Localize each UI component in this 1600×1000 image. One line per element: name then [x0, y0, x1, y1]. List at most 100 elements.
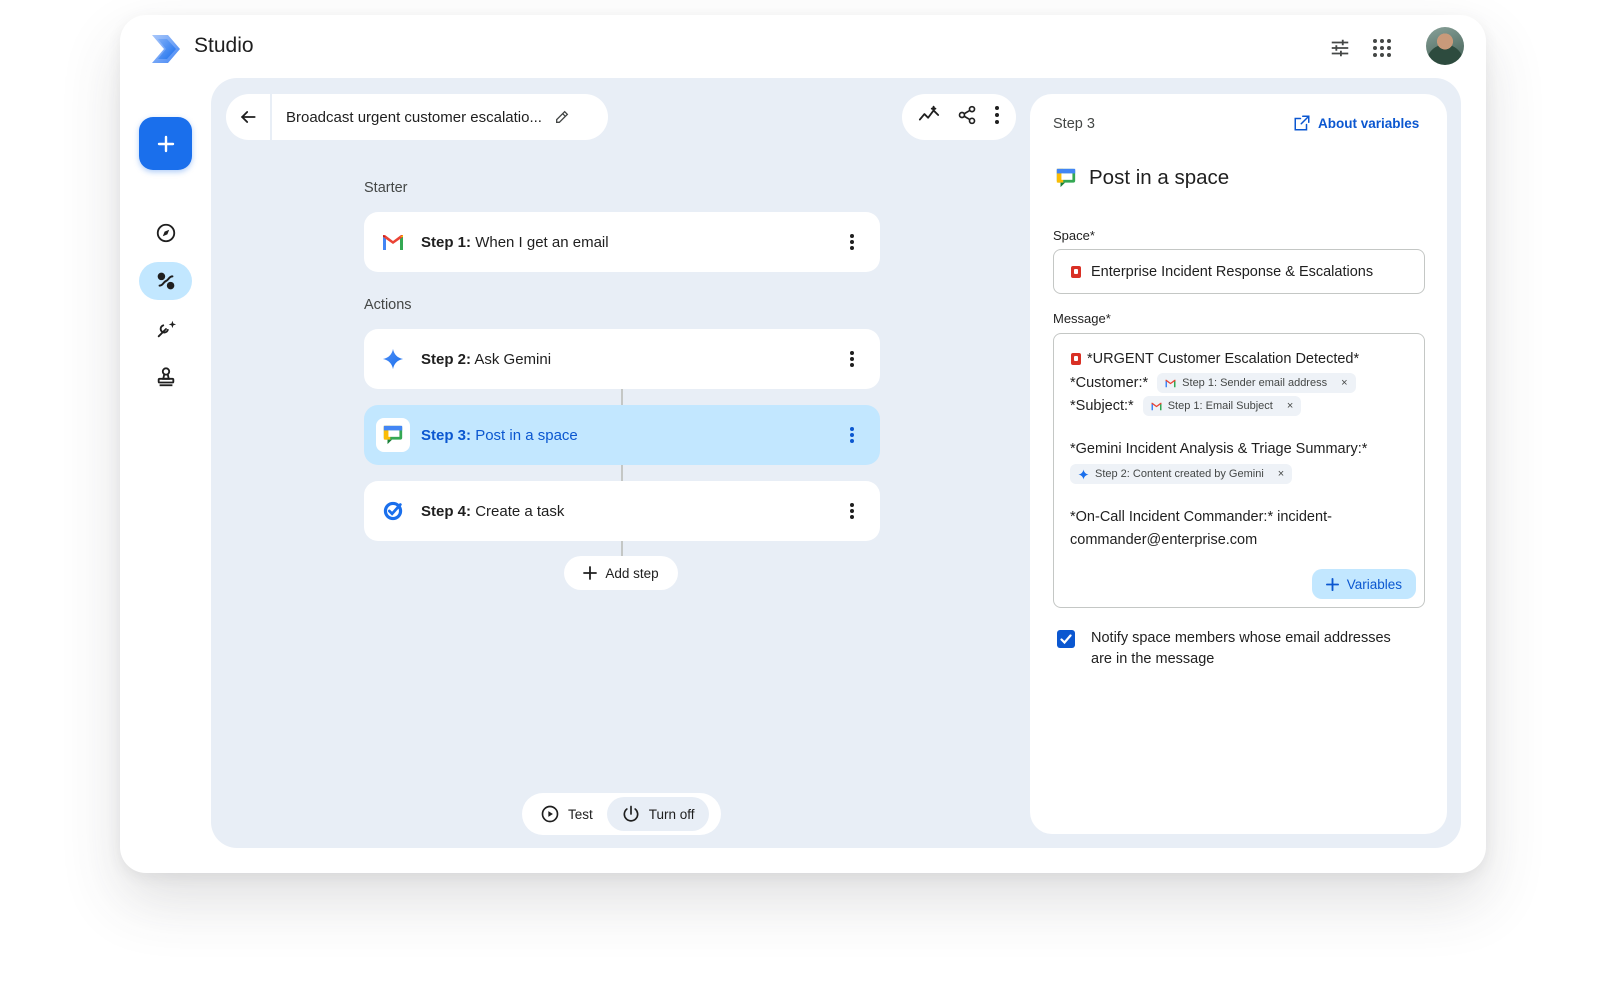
actions-label: Actions — [364, 297, 412, 313]
variable-chip[interactable]: Step 1: Email Subject × — [1142, 396, 1302, 416]
siren-icon — [1071, 353, 1081, 365]
panel-title: Post in a space — [1089, 166, 1230, 189]
studio-logo — [148, 31, 184, 67]
step-card-3[interactable]: Step 3: Post in a space — [364, 405, 880, 465]
message-line: *Customer:* Step 1: Sender email address… — [1070, 373, 1356, 393]
avatar[interactable] — [1426, 27, 1464, 65]
chip-remove-icon[interactable]: × — [1341, 377, 1347, 389]
chip-remove-icon[interactable]: × — [1287, 400, 1293, 412]
test-label: Test — [568, 806, 593, 822]
step-number: Step 2: — [421, 350, 472, 368]
run-controls: Test Turn off — [522, 793, 721, 835]
message-text: *URGENT Customer Escalation Detected* — [1087, 351, 1360, 367]
rail-stamp[interactable] — [139, 358, 192, 396]
space-select[interactable]: Enterprise Incident Response & Escalatio… — [1053, 249, 1425, 294]
chip-label: Step 2: Content created by Gemini — [1095, 468, 1264, 480]
gmail-icon — [376, 225, 410, 259]
space-label: Space* — [1053, 228, 1095, 243]
step-title: Ask Gemini — [474, 350, 552, 368]
step-menu-icon[interactable] — [840, 499, 864, 523]
siren-icon — [1071, 265, 1081, 278]
chip-label: Step 1: Email Subject — [1167, 400, 1273, 412]
open-in-new-icon — [1294, 115, 1310, 131]
plus-icon — [1325, 577, 1339, 591]
add-step-button[interactable]: Add step — [564, 556, 678, 590]
message-text: *On-Call Incident Commander:* incident- — [1070, 509, 1332, 525]
step-menu-icon[interactable] — [840, 230, 864, 254]
variable-chip[interactable]: Step 1: Sender email address × — [1157, 373, 1356, 393]
chip-label: Step 1: Sender email address — [1182, 377, 1328, 389]
play-circle-icon — [541, 805, 559, 823]
message-line: *Subject:* Step 1: Email Subject × — [1070, 396, 1302, 416]
step-connector — [621, 541, 623, 556]
panel-step-label: Step 3 — [1053, 116, 1095, 132]
variables-label: Variables — [1346, 576, 1402, 592]
step-title: When I get an email — [475, 233, 609, 251]
back-button[interactable] — [226, 94, 272, 140]
apps-grid-icon[interactable] — [1368, 34, 1396, 62]
share-icon[interactable] — [957, 105, 977, 130]
step-card-2[interactable]: Step 2: Ask Gemini — [364, 329, 880, 389]
chip-remove-icon[interactable]: × — [1278, 468, 1284, 480]
variables-button[interactable]: Variables — [1311, 569, 1416, 599]
test-button[interactable]: Test — [526, 797, 607, 831]
message-text: *Subject:* — [1070, 398, 1134, 414]
turn-off-button[interactable]: Turn off — [606, 797, 709, 831]
message-label: Message* — [1053, 311, 1111, 326]
step-card-1[interactable]: Step 1: When I get an email — [364, 212, 880, 272]
check-icon — [1060, 634, 1072, 645]
flow-toolbar — [902, 94, 1016, 140]
rail-flows[interactable] — [139, 262, 192, 300]
step-number: Step 1: — [421, 233, 472, 251]
message-line: *URGENT Customer Escalation Detected* — [1070, 351, 1359, 367]
step-connector — [621, 465, 623, 481]
stamp-icon — [157, 367, 174, 387]
gmail-icon — [1151, 402, 1162, 410]
create-button[interactable] — [139, 117, 192, 170]
turn-off-label: Turn off — [648, 806, 695, 822]
notify-label: Notify space members whose email address… — [1091, 630, 1391, 667]
step-card-4[interactable]: Step 4: Create a task — [364, 481, 880, 541]
explore-icon — [156, 223, 175, 243]
tools-icon — [157, 320, 176, 338]
plus-icon — [583, 566, 598, 580]
message-line: *On-Call Incident Commander:* incident- — [1070, 509, 1332, 525]
step-menu-icon[interactable] — [840, 423, 864, 447]
message-line: Step 2: Content created by Gemini × — [1070, 464, 1293, 484]
flows-icon — [157, 272, 174, 290]
step-menu-icon[interactable] — [840, 347, 864, 371]
step-number: Step 3: — [421, 426, 472, 444]
activity-icon[interactable] — [918, 104, 940, 131]
notify-option: Notify space members whose email address… — [1057, 628, 1411, 670]
rail-explore[interactable] — [139, 214, 192, 252]
about-variables-link[interactable]: About variables — [1293, 114, 1419, 132]
flow-title[interactable]: Broadcast urgent customer escalatio... — [272, 109, 542, 126]
step-number: Step 4: — [421, 502, 472, 520]
add-step-label: Add step — [605, 565, 659, 581]
message-text: commander@enterprise.com — [1070, 532, 1258, 548]
step-connector — [621, 389, 623, 405]
rail-tools[interactable] — [139, 310, 192, 348]
chat-icon — [376, 418, 410, 452]
space-value: Enterprise Incident Response & Escalatio… — [1091, 263, 1374, 280]
message-line: commander@enterprise.com — [1070, 532, 1257, 548]
notify-checkbox[interactable] — [1057, 630, 1075, 648]
tune-icon[interactable] — [1326, 34, 1354, 62]
plus-icon — [157, 135, 174, 152]
gmail-icon — [1165, 379, 1176, 387]
chat-icon — [1055, 167, 1077, 194]
gemini-icon — [1078, 468, 1089, 480]
edit-icon[interactable] — [554, 109, 570, 125]
more-vert-icon[interactable] — [994, 105, 1000, 130]
gemini-icon — [376, 342, 410, 376]
message-text: *Gemini Incident Analysis & Triage Summa… — [1070, 441, 1368, 457]
about-variables-label: About variables — [1318, 115, 1420, 131]
variable-chip[interactable]: Step 2: Content created by Gemini × — [1070, 464, 1293, 484]
app-title: Studio — [194, 34, 254, 57]
flow-title-bar: Broadcast urgent customer escalatio... — [226, 94, 608, 140]
arrow-back-icon — [240, 111, 256, 123]
step-title: Create a task — [475, 502, 565, 520]
message-text: *Customer:* — [1070, 375, 1149, 391]
starter-label: Starter — [364, 180, 408, 196]
message-editor[interactable]: *URGENT Customer Escalation Detected* *C… — [1053, 333, 1425, 608]
